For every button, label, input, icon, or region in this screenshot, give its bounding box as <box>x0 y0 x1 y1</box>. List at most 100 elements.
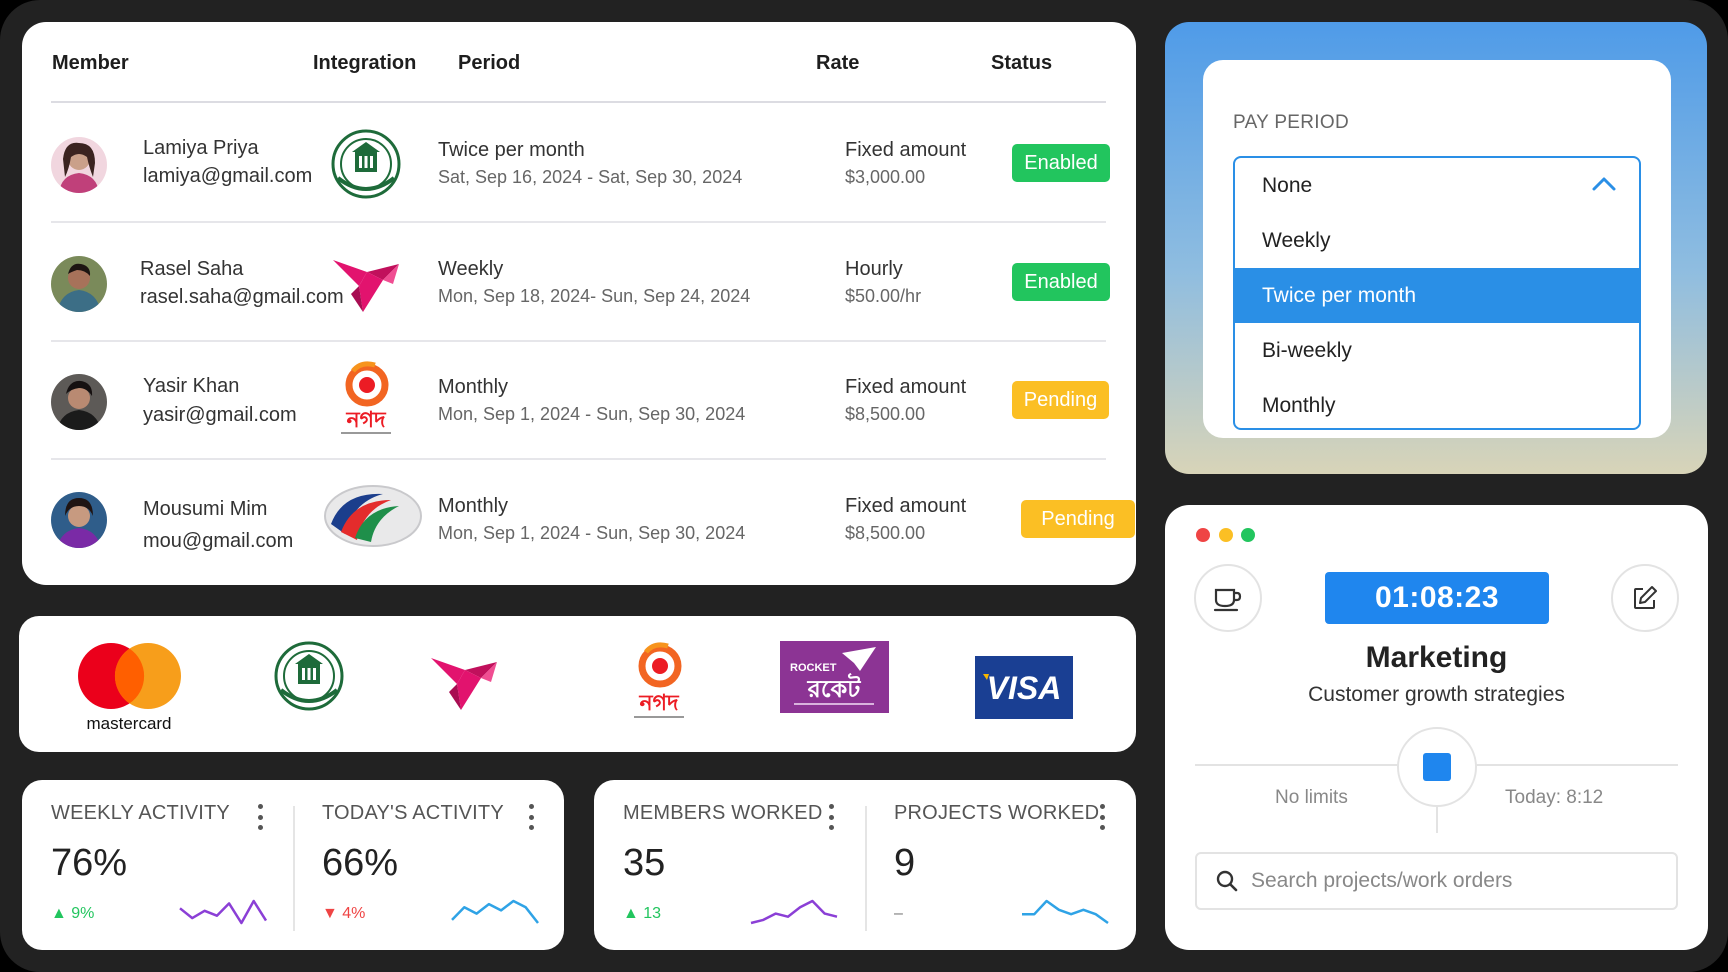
option-label: None <box>1262 173 1313 197</box>
rate-type: Fixed amount <box>845 139 967 161</box>
more-options-icon[interactable] <box>526 804 536 830</box>
stat-value: 66% <box>322 842 399 884</box>
rate-type: Fixed amount <box>845 495 967 517</box>
mastercard-logo: mastercard <box>74 636 184 736</box>
period-dates: Mon, Sep 1, 2024 - Sun, Sep 30, 2024 <box>438 404 746 424</box>
stat-title: TODAY'S ACTIVITY <box>322 802 504 824</box>
status-badge[interactable]: Enabled <box>1012 263 1110 301</box>
period-dates: Mon, Sep 18, 2024- Sun, Sep 24, 2024 <box>438 286 751 306</box>
stat-todays-activity: TODAY'S ACTIVITY 66% ▼ 4% <box>293 780 563 950</box>
member-name: Yasir Khan <box>143 375 240 397</box>
stat-weekly-activity: WEEKLY ACTIVITY 76% ▲ 9% <box>22 780 292 950</box>
sparkline-chart <box>179 899 268 925</box>
project-search[interactable] <box>1195 852 1678 910</box>
limit-label: No limits <box>1275 787 1348 808</box>
header-period: Period <box>458 52 521 74</box>
activity-stats-card: WEEKLY ACTIVITY 76% ▲ 9% TODAY'S ACTIVIT… <box>22 780 564 950</box>
dropdown-option-monthly[interactable]: Monthly <box>1235 378 1639 428</box>
sparkline-chart <box>1022 899 1109 925</box>
period-name: Twice per month <box>438 139 585 161</box>
window-maximize-dot[interactable] <box>1241 528 1255 542</box>
period-name: Monthly <box>438 376 509 398</box>
stat-members-worked: MEMBERS WORKED 35 ▲ 13 <box>594 780 864 950</box>
header-integration: Integration <box>313 52 417 74</box>
work-stats-card: MEMBERS WORKED 35 ▲ 13 PROJECTS WORKED 9… <box>594 780 1136 950</box>
svg-text:ROCKET: ROCKET <box>790 662 837 674</box>
rate-value: $8,500.00 <box>845 404 926 424</box>
stat-delta: – <box>894 905 903 922</box>
header-rate: Rate <box>816 52 860 74</box>
stat-title: WEEKLY ACTIVITY <box>51 802 230 824</box>
window-close-dot[interactable] <box>1196 528 1210 542</box>
stat-delta: ▲ 9% <box>51 905 95 922</box>
timer-card: 01:08:23 Marketing Customer growth strat… <box>1165 505 1708 950</box>
member-name: Rasel Saha <box>140 258 244 280</box>
pay-period-dropdown[interactable]: None Weekly Twice per month Bi-weekly Mo… <box>1233 156 1641 430</box>
rate-value: $50.00/hr <box>845 286 922 306</box>
sparkline-path <box>451 899 539 924</box>
member-name: Mousumi Mim <box>143 498 268 520</box>
nagad-icon: নগদ <box>321 361 411 441</box>
payment-logos-card: mastercard নগদ ROCKET রকেট VISA <box>19 616 1136 752</box>
table-row[interactable]: Lamiya Priya lamiya@gmail.com Twice per … <box>51 104 1110 222</box>
rate-value: $8,500.00 <box>845 523 926 543</box>
coffee-cup-icon <box>1213 588 1242 612</box>
app-frame: Member Integration Period Rate Status La… <box>0 0 1728 972</box>
search-input[interactable] <box>1251 869 1651 893</box>
dropdown-option-twice-per-month[interactable]: Twice per month <box>1235 268 1639 323</box>
member-email: lamiya@gmail.com <box>143 165 313 187</box>
bkash-bird-logo <box>424 641 504 721</box>
chevron-up-icon[interactable] <box>1591 176 1617 192</box>
member-email: yasir@gmail.com <box>143 404 297 426</box>
stat-delta: ▼ 4% <box>322 905 366 922</box>
svg-text:mastercard: mastercard <box>86 714 171 733</box>
rate-type: Hourly <box>845 258 903 280</box>
pay-period-card: PAY PERIOD None Weekly Twice per month B… <box>1203 60 1671 438</box>
members-table-card: Member Integration Period Rate Status La… <box>22 22 1136 585</box>
table-row[interactable]: Yasir Khan yasir@gmail.com নগদ Monthly M… <box>51 341 1109 459</box>
edit-note-icon <box>1634 586 1657 609</box>
window-minimize-dot[interactable] <box>1219 528 1233 542</box>
dbbl-icon <box>321 476 425 556</box>
period-name: Monthly <box>438 495 509 517</box>
stop-timer-button[interactable] <box>1397 727 1477 807</box>
dropdown-option-weekly[interactable]: Weekly <box>1235 213 1639 268</box>
pay-period-label: PAY PERIOD <box>1233 112 1349 133</box>
header-member: Member <box>52 52 129 74</box>
bkash-bird-icon <box>321 243 411 323</box>
project-title: Marketing <box>1365 641 1508 674</box>
bangladesh-bank-seal-logo <box>269 636 349 716</box>
rocket-logo: ROCKET রকেট <box>780 641 889 713</box>
member-email: mou@gmail.com <box>143 530 294 552</box>
stat-title: PROJECTS WORKED <box>894 802 1100 824</box>
break-button[interactable] <box>1194 564 1262 632</box>
sparkline-path <box>179 899 268 925</box>
dropdown-option-none[interactable]: None <box>1235 158 1639 213</box>
header-divider <box>51 101 1106 103</box>
stop-icon <box>1423 753 1451 781</box>
rate-value: $3,000.00 <box>845 167 926 187</box>
member-name: Lamiya Priya <box>143 137 259 159</box>
sparkline-path <box>750 899 838 925</box>
edit-button[interactable] <box>1611 564 1679 632</box>
visa-logo: VISA <box>975 656 1073 719</box>
period-name: Weekly <box>438 258 504 280</box>
status-badge[interactable]: Pending <box>1021 500 1135 538</box>
rate-type: Fixed amount <box>845 376 967 398</box>
sparkline-chart <box>451 899 539 924</box>
stat-value: 76% <box>51 842 128 884</box>
more-options-icon[interactable] <box>1097 804 1107 830</box>
avatar <box>51 374 107 430</box>
stat-projects-worked: PROJECTS WORKED 9 – <box>865 780 1135 950</box>
bangladesh-bank-seal-icon <box>321 124 411 204</box>
more-options-icon[interactable] <box>826 804 836 830</box>
dropdown-option-bi-weekly[interactable]: Bi-weekly <box>1235 323 1639 378</box>
table-row[interactable]: Rasel Saha rasel.saha@gmail.com Weekly M… <box>51 223 1110 341</box>
status-badge[interactable]: Enabled <box>1012 144 1110 182</box>
timer-display: 01:08:23 <box>1325 572 1549 624</box>
more-options-icon[interactable] <box>255 804 265 830</box>
avatar <box>51 256 107 312</box>
table-row[interactable]: Mousumi Mim mou@gmail.com Monthly Mon, S… <box>51 460 1135 578</box>
status-badge[interactable]: Pending <box>1012 381 1109 419</box>
today-total-label: Today: 8:12 <box>1505 787 1604 808</box>
